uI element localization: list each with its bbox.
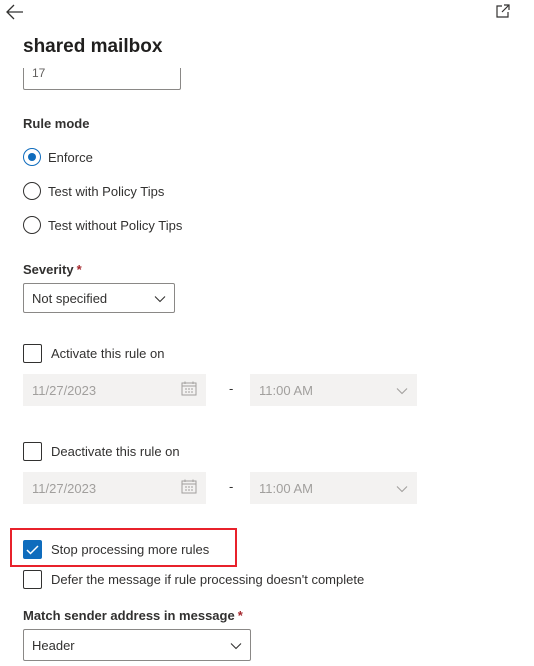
- range-dash: -: [229, 479, 234, 494]
- stop-processing-label: Stop processing more rules: [51, 542, 210, 557]
- defer-checkbox[interactable]: [23, 570, 42, 589]
- chevron-down-icon: [154, 291, 166, 306]
- radio-selected-icon[interactable]: [23, 148, 41, 166]
- defer-label: Defer the message if rule processing doe…: [51, 572, 365, 587]
- activate-time-value: 11:00 AM: [259, 382, 313, 398]
- radio-label: Enforce: [48, 149, 93, 165]
- chevron-down-icon: [230, 638, 242, 653]
- deactivate-time-dropdown: 11:00 AM: [250, 472, 417, 504]
- activate-time-dropdown: 11:00 AM: [250, 374, 417, 406]
- severity-value: Not specified: [32, 290, 108, 306]
- activate-date-field: 11/27/2023: [23, 374, 206, 406]
- required-mark: *: [237, 608, 243, 623]
- match-sender-value: Header: [32, 637, 75, 653]
- match-sender-label: Match sender address in message *: [23, 608, 243, 623]
- deactivate-label: Deactivate this rule on: [51, 444, 180, 459]
- popout-icon[interactable]: [494, 2, 512, 20]
- severity-dropdown[interactable]: Not specified: [23, 283, 175, 313]
- severity-label: Severity *: [23, 262, 82, 277]
- match-sender-dropdown[interactable]: Header: [23, 629, 251, 661]
- activate-label: Activate this rule on: [51, 346, 165, 361]
- activate-checkbox[interactable]: [23, 344, 42, 363]
- range-dash: -: [229, 381, 234, 396]
- deactivate-rule-checkbox-row[interactable]: Deactivate this rule on: [23, 442, 180, 461]
- page-title: shared mailbox: [23, 36, 163, 57]
- rule-mode-label: Rule mode: [23, 116, 90, 131]
- deactivate-time-value: 11:00 AM: [259, 480, 313, 496]
- activate-rule-checkbox-row[interactable]: Activate this rule on: [23, 344, 164, 363]
- chevron-down-icon: [396, 383, 408, 398]
- checkmark-icon: [26, 544, 39, 555]
- match-sender-label-text: Match sender address in message: [23, 608, 235, 623]
- defer-message-checkbox-row[interactable]: Defer the message if rule processing doe…: [23, 570, 364, 589]
- required-mark: *: [76, 262, 82, 277]
- radio-label: Test without Policy Tips: [48, 217, 183, 233]
- radio-label: Test with Policy Tips: [48, 183, 165, 199]
- deactivate-date-field: 11/27/2023: [23, 472, 206, 504]
- stop-processing-checkbox[interactable]: [23, 540, 42, 559]
- severity-label-text: Severity: [23, 262, 74, 277]
- deactivate-date-value: 11/27/2023: [32, 480, 97, 496]
- radio-unselected-icon[interactable]: [23, 182, 41, 200]
- radio-test-without-policy-tips[interactable]: Test without Policy Tips: [23, 216, 182, 234]
- back-arrow-icon[interactable]: [4, 2, 26, 22]
- deactivate-checkbox[interactable]: [23, 442, 42, 461]
- stop-processing-checkbox-row[interactable]: Stop processing more rules: [23, 540, 209, 559]
- radio-test-with-policy-tips[interactable]: Test with Policy Tips: [23, 182, 164, 200]
- radio-unselected-icon[interactable]: [23, 216, 41, 234]
- priority-input[interactable]: 17: [23, 68, 181, 90]
- radio-enforce[interactable]: Enforce: [23, 148, 93, 166]
- calendar-icon: [181, 479, 197, 497]
- chevron-down-icon: [396, 481, 408, 496]
- calendar-icon: [181, 381, 197, 399]
- activate-date-value: 11/27/2023: [32, 382, 97, 398]
